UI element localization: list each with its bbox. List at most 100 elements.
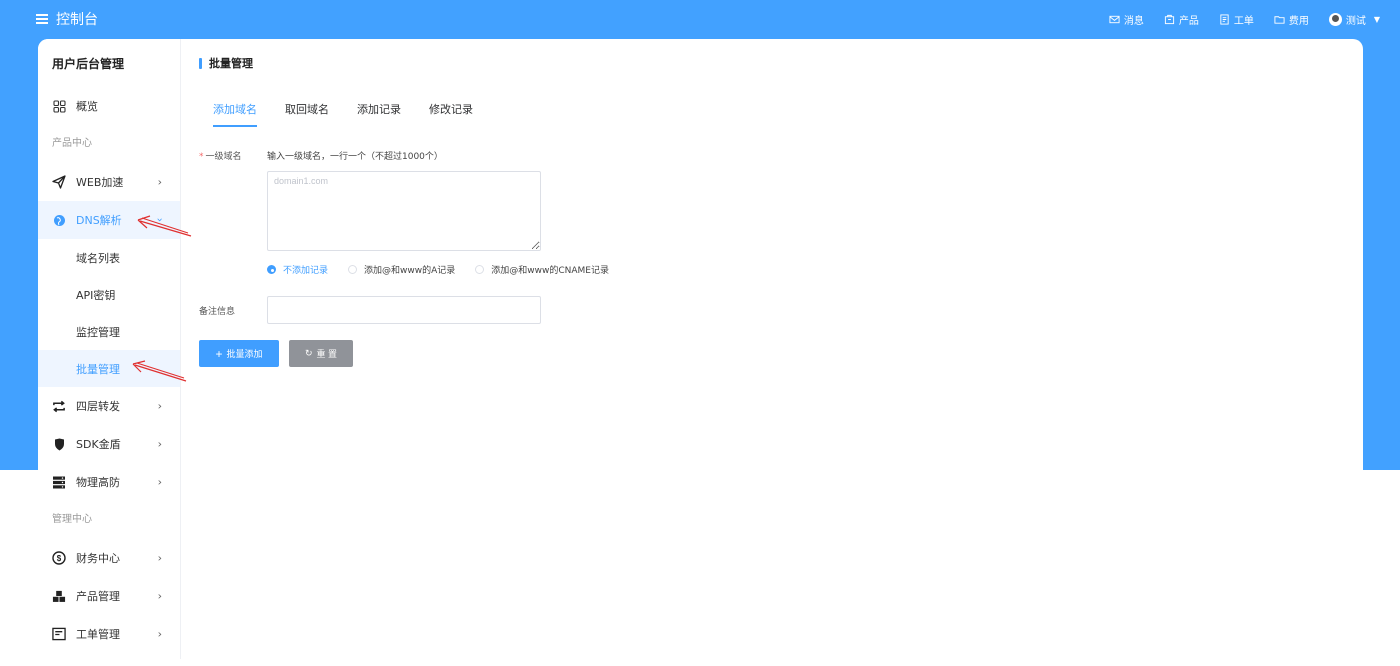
tab-retrieve-domain[interactable]: 取回域名 [285, 99, 329, 127]
sidebar-item-overview[interactable]: 概览 [38, 87, 180, 125]
sidebar-item-physical-defense[interactable]: 物理高防 › [38, 463, 180, 501]
main-content: 批量管理 添加域名 取回域名 添加记录 修改记录 * 一级域名 输入一级域名，一行… [181, 39, 1363, 659]
domain-row: *一级域名 输入一级域名，一行一个（不超过1000个） 不添加记录 添加@和ww… [199, 149, 609, 276]
sidebar-item-web-accel[interactable]: WEB加速 › [38, 163, 180, 201]
domain-hint: 输入一级域名，一行一个（不超过1000个） [267, 152, 443, 162]
domain-label: * 一级域名 [199, 149, 267, 276]
paper-plane-icon [52, 175, 66, 189]
folder-icon [1274, 15, 1285, 24]
sidebar-subitem-domain-list[interactable]: 域名列表 [38, 239, 180, 276]
form-icon [52, 627, 66, 641]
avatar [1328, 12, 1342, 26]
chevron-right-icon: › [157, 475, 162, 489]
nav-billing[interactable]: 费用 [1274, 12, 1309, 27]
caret-down-icon: ▼ [1373, 14, 1380, 24]
top-nav: 消息 产品 工单 费用 测试 ▼ [1109, 12, 1380, 27]
chevron-right-icon: › [157, 437, 162, 451]
sidebar-title: 用户后台管理 [52, 57, 125, 71]
sidebar-item-label: 概览 [76, 100, 98, 113]
nav-messages[interactable]: 消息 [1109, 12, 1144, 27]
sidebar-item-label: 四层转发 [76, 400, 120, 413]
radio-dot [267, 265, 276, 274]
batch-add-label: 批量添加 [226, 349, 263, 359]
note-label: 备注信息 [199, 306, 236, 317]
sidebar-item-label: 工单管理 [76, 628, 120, 641]
record-option-group: 不添加记录 添加@和www的A记录 添加@和www的CNAME记录 [267, 263, 609, 276]
globe-icon [52, 213, 66, 227]
top-bar: 控制台 消息 产品 工单 费用 测试 ▼ [0, 0, 1400, 38]
brand[interactable]: 控制台 [36, 9, 98, 29]
domain-field-group: 输入一级域名，一行一个（不超过1000个） 不添加记录 添加@和www的A记录 [267, 149, 609, 276]
sidebar-item-l4-forward[interactable]: 四层转发 › [38, 387, 180, 425]
sidebar-subitem-batch[interactable]: 批量管理 [38, 350, 180, 387]
domain-textarea[interactable] [267, 171, 541, 251]
chevron-down-icon: › [153, 217, 167, 223]
user-menu[interactable]: 测试 ▼ [1328, 12, 1380, 27]
chevron-right-icon: › [157, 399, 162, 413]
required-mark: * [199, 152, 204, 162]
content-card: 用户后台管理 概览 产品中心 WEB加速 › DNS解析 › 域名列表 API密… [38, 39, 1363, 659]
mail-icon [1109, 15, 1120, 23]
tab-bar: 添加域名 取回域名 添加记录 修改记录 [213, 99, 1363, 127]
radio-label: 添加@和www的CNAME记录 [491, 266, 609, 276]
batch-add-button[interactable]: + 批量添加 [199, 340, 279, 367]
sidebar-item-label: SDK金盾 [76, 438, 121, 451]
user-name: 测试 [1345, 15, 1366, 27]
tab-modify-record[interactable]: 修改记录 [429, 99, 473, 127]
sidebar-item-ticket-manage[interactable]: 工单管理 › [38, 615, 180, 653]
ticket-icon [1220, 13, 1229, 25]
nav-tickets-label: 工单 [1233, 15, 1254, 27]
nav-messages-label: 消息 [1123, 15, 1144, 27]
nav-products-label: 产品 [1178, 15, 1199, 27]
swap-arrows-icon [52, 399, 66, 413]
sidebar: 用户后台管理 概览 产品中心 WEB加速 › DNS解析 › 域名列表 API密… [38, 39, 181, 659]
cubes-icon [52, 589, 66, 603]
form-actions: + 批量添加 ↻ 重 置 [199, 340, 609, 367]
nav-tickets[interactable]: 工单 [1219, 12, 1254, 27]
reset-button[interactable]: ↻ 重 置 [289, 340, 353, 367]
sidebar-item-sdk-shield[interactable]: SDK金盾 › [38, 425, 180, 463]
page-title: 批量管理 [209, 57, 253, 70]
title-accent-bar [199, 57, 202, 69]
svg-text:$: $ [57, 554, 62, 563]
app-title: 控制台 [56, 12, 98, 28]
sidebar-item-label: 物理高防 [76, 476, 120, 489]
radio-label: 添加@和www的A记录 [364, 266, 456, 276]
radio-no-record[interactable]: 不添加记录 [267, 263, 328, 276]
nav-billing-label: 费用 [1288, 15, 1309, 27]
sidebar-item-label: 财务中心 [76, 552, 120, 565]
sidebar-subitem-monitor[interactable]: 监控管理 [38, 313, 180, 350]
menu-toggle-icon[interactable] [36, 14, 48, 24]
group-label-product: 产品中心 [52, 138, 92, 149]
sidebar-item-label: DNS解析 [76, 214, 122, 227]
radio-dot [475, 265, 485, 274]
dollar-circle-icon: $ [52, 551, 66, 565]
sidebar-item-label: 产品管理 [76, 590, 120, 603]
grid-icon [52, 99, 66, 113]
sidebar-item-dns[interactable]: DNS解析 › [38, 201, 180, 239]
sidebar-item-label: WEB加速 [76, 176, 124, 189]
sidebar-subitem-api-key[interactable]: API密钥 [38, 276, 180, 313]
tab-add-domain[interactable]: 添加域名 [213, 99, 257, 127]
sidebar-item-product-manage[interactable]: 产品管理 › [38, 577, 180, 615]
batch-add-form: *一级域名 输入一级域名，一行一个（不超过1000个） 不添加记录 添加@和ww… [199, 149, 609, 367]
domain-label-text: 一级域名 [205, 152, 242, 162]
chevron-right-icon: › [157, 551, 162, 565]
chevron-right-icon: › [157, 589, 162, 603]
tab-add-record[interactable]: 添加记录 [357, 99, 401, 127]
radio-a-record[interactable]: 添加@和www的A记录 [348, 263, 455, 276]
radio-label: 不添加记录 [283, 266, 329, 276]
chevron-right-icon: › [157, 175, 162, 189]
server-icon [52, 475, 66, 489]
page-header: 批量管理 [199, 39, 1363, 87]
note-input[interactable] [267, 296, 541, 324]
note-row: 备注信息 [199, 296, 609, 324]
nav-products[interactable]: 产品 [1164, 12, 1199, 27]
plus-icon: + [215, 346, 223, 361]
radio-cname-record[interactable]: 添加@和www的CNAME记录 [475, 263, 609, 276]
shield-icon [52, 437, 66, 451]
sidebar-item-finance[interactable]: $ 财务中心 › [38, 539, 180, 577]
refresh-icon: ↻ [304, 348, 313, 358]
reset-label: 重 置 [316, 349, 338, 359]
chevron-right-icon: › [157, 627, 162, 641]
